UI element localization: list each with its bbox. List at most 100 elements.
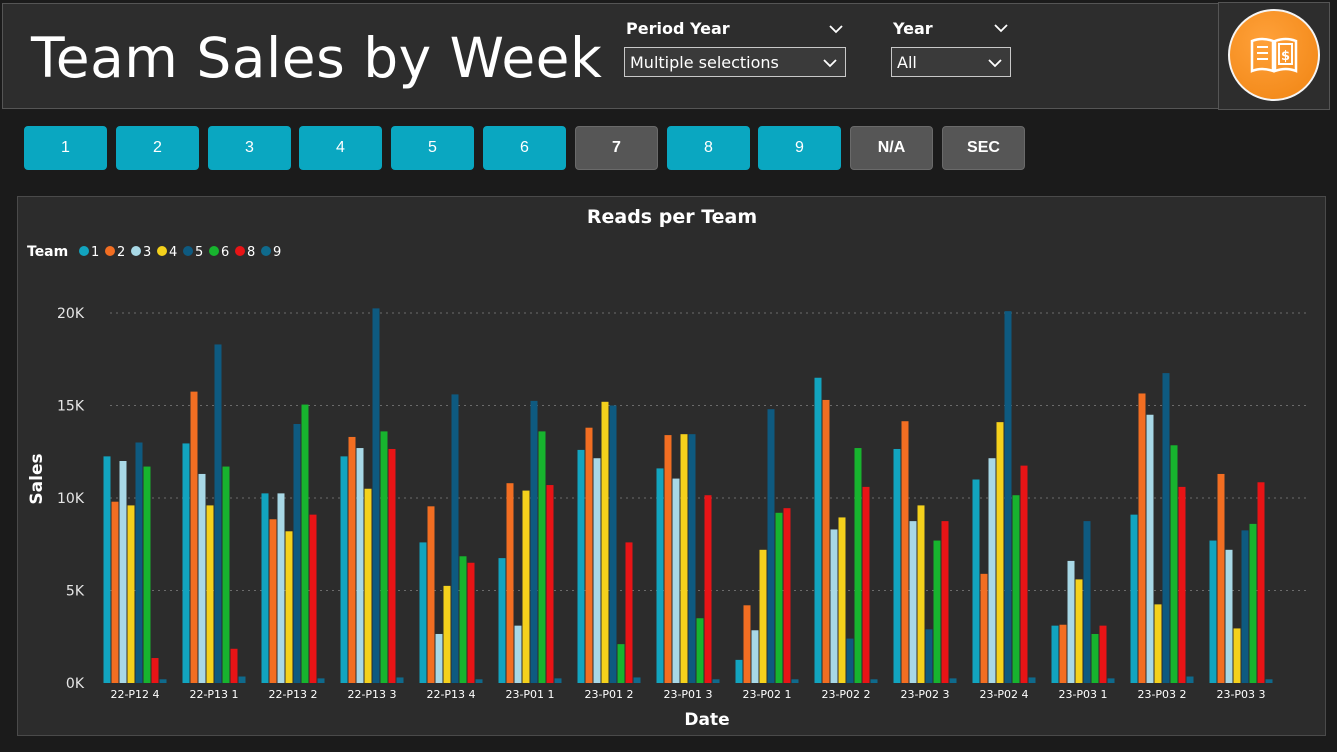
bar-2-11 — [980, 573, 988, 683]
bar-4-6 — [601, 401, 609, 683]
period-year-value: Multiple selections — [630, 53, 779, 72]
legend-marker — [183, 246, 193, 256]
team-button-7[interactable]: 7 — [575, 126, 658, 170]
legend-label: 4 — [169, 245, 177, 260]
bar-4-12 — [1075, 579, 1083, 683]
bar-6-10 — [933, 540, 941, 683]
bar-2-9 — [822, 399, 830, 683]
x-tick-label: 22-P13 4 — [426, 688, 475, 701]
legend-marker — [131, 246, 141, 256]
chart-title: Reads per Team — [587, 206, 757, 228]
bar-6-0 — [143, 466, 151, 683]
bar-6-9 — [854, 448, 862, 683]
bar-8-14 — [1257, 482, 1265, 683]
bar-9-0 — [159, 679, 167, 683]
bar-3-5 — [514, 625, 522, 683]
legend-title: Team — [27, 244, 68, 260]
bar-4-13 — [1154, 604, 1162, 683]
bar-2-10 — [901, 421, 909, 683]
book-dollar-icon: $ — [1228, 9, 1320, 101]
legend-label: 5 — [195, 245, 203, 260]
bar-2-6 — [585, 427, 593, 683]
bar-5-0 — [135, 442, 143, 683]
legend-marker — [261, 246, 271, 256]
period-year-dropdown[interactable]: Multiple selections — [624, 47, 846, 77]
x-tick-label: 23-P01 3 — [663, 688, 712, 701]
bar-2-8 — [743, 605, 751, 683]
bar-9-8 — [791, 679, 799, 683]
bar-4-9 — [838, 517, 846, 683]
bar-3-6 — [593, 458, 601, 683]
bar-1-8 — [735, 659, 743, 683]
bar-3-7 — [672, 478, 680, 683]
y-tick-label: 5K — [66, 584, 85, 600]
team-button-2[interactable]: 2 — [116, 126, 199, 170]
bar-9-7 — [712, 679, 720, 683]
chevron-down-icon[interactable] — [828, 23, 844, 35]
bar-1-11 — [972, 479, 980, 683]
legend-label: 3 — [143, 245, 151, 260]
period-year-label: Period Year — [626, 19, 730, 38]
team-button-5[interactable]: 5 — [391, 126, 474, 170]
legend-label: 8 — [247, 245, 255, 260]
bar-3-1 — [198, 473, 206, 683]
year-label: Year — [893, 19, 933, 38]
x-tick-label: 23-P02 2 — [821, 688, 870, 701]
bar-9-1 — [238, 676, 246, 683]
bar-3-10 — [909, 521, 917, 683]
bar-9-4 — [475, 679, 483, 683]
bar-9-3 — [396, 677, 404, 683]
bar-9-5 — [554, 678, 562, 683]
team-button-4[interactable]: 4 — [299, 126, 382, 170]
bar-3-12 — [1067, 560, 1075, 683]
bar-5-13 — [1162, 373, 1170, 683]
bar-9-6 — [633, 677, 641, 683]
bar-5-2 — [293, 424, 301, 683]
bar-9-13 — [1186, 676, 1194, 683]
bar-1-9 — [814, 377, 822, 683]
bar-5-10 — [925, 629, 933, 683]
header-bar: Team Sales by Week Period Year Multiple … — [2, 3, 1327, 109]
x-tick-label: 22-P12 4 — [110, 688, 159, 701]
x-tick-label: 22-P13 3 — [347, 688, 396, 701]
bar-2-14 — [1217, 473, 1225, 683]
year-dropdown[interactable]: All — [891, 47, 1011, 77]
team-button-9[interactable]: 9 — [758, 126, 841, 170]
team-button-8[interactable]: 8 — [667, 126, 750, 170]
x-tick-label: 23-P01 2 — [584, 688, 633, 701]
bar-5-3 — [372, 308, 380, 683]
bar-4-3 — [364, 488, 372, 683]
legend-marker — [105, 246, 115, 256]
bar-3-14 — [1225, 549, 1233, 683]
team-button-6[interactable]: 6 — [483, 126, 566, 170]
bar-9-11 — [1028, 677, 1036, 683]
chevron-down-icon[interactable] — [993, 22, 1009, 34]
bar-2-1 — [190, 391, 198, 683]
bar-6-5 — [538, 431, 546, 683]
bar-2-0 — [111, 501, 119, 683]
bar-9-14 — [1265, 679, 1273, 683]
team-button-sec[interactable]: SEC — [942, 126, 1025, 170]
bar-1-10 — [893, 448, 901, 683]
team-button-3[interactable]: 3 — [208, 126, 291, 170]
team-button-na[interactable]: N/A — [850, 126, 933, 170]
bar-2-13 — [1138, 393, 1146, 683]
bar-2-3 — [348, 436, 356, 683]
bar-8-9 — [862, 486, 870, 683]
bar-6-12 — [1091, 633, 1099, 683]
team-button-1[interactable]: 1 — [24, 126, 107, 170]
year-filter: Year All — [891, 19, 1011, 79]
legend-marker — [209, 246, 219, 256]
bar-8-8 — [783, 508, 791, 683]
bar-9-9 — [870, 679, 878, 683]
bar-1-5 — [498, 558, 506, 683]
x-tick-label: 23-P03 2 — [1137, 688, 1186, 701]
bar-4-5 — [522, 490, 530, 683]
x-tick-label: 23-P02 1 — [742, 688, 791, 701]
bar-5-14 — [1241, 530, 1249, 683]
legend-label: 9 — [273, 245, 281, 260]
legend-label: 6 — [221, 245, 229, 260]
legend-marker — [235, 246, 245, 256]
bar-3-13 — [1146, 414, 1154, 683]
y-tick-label: 0K — [66, 676, 85, 692]
